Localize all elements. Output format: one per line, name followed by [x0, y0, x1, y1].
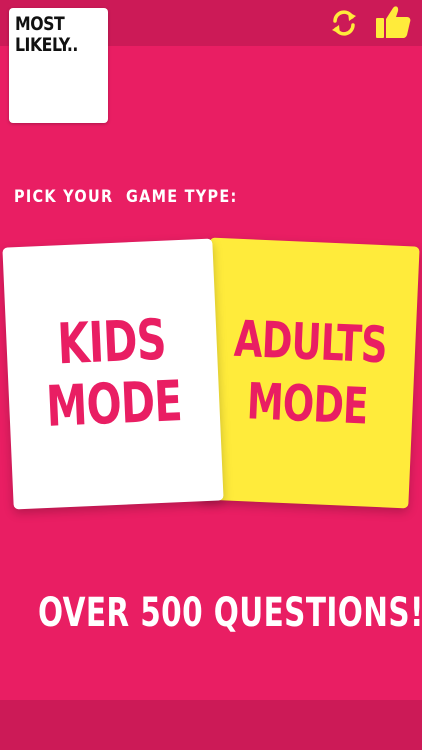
thumbs-up-icon[interactable]	[374, 4, 412, 40]
logo-line-2: LIKELY..	[15, 34, 78, 56]
adults-mode-card[interactable]: ADULTS MODE	[198, 237, 420, 509]
logo-line-1: MOST	[15, 13, 65, 35]
bottom-bar	[0, 700, 422, 750]
game-type-prompt: PICK YOUR GAME TYPE:	[14, 187, 238, 207]
kids-mode-card[interactable]: KIDS MODE	[2, 238, 224, 510]
adults-mode-line-2: MODE	[246, 372, 370, 436]
questions-promo: OVER 500 QUESTIONS!	[37, 590, 422, 636]
kids-mode-line-1: KIDS	[56, 307, 168, 378]
refresh-icon[interactable]	[328, 8, 360, 38]
kids-mode-line-2: MODE	[45, 369, 184, 440]
adults-mode-line-1: ADULTS	[232, 309, 388, 375]
app-logo: MOST LIKELY..	[9, 8, 108, 123]
